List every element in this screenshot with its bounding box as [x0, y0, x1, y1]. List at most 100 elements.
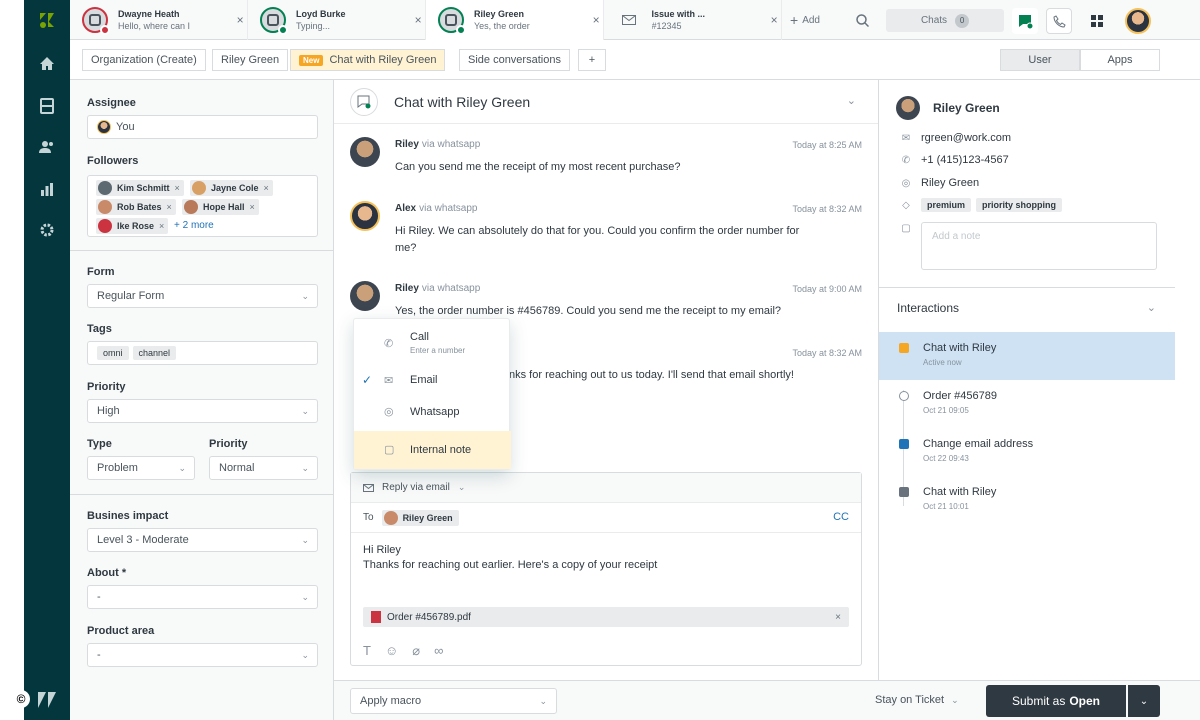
- interaction-item[interactable]: Chat with Riley Oct 21 10:01: [879, 476, 1175, 524]
- close-icon[interactable]: ×: [767, 13, 781, 27]
- tag-icon: ◇: [902, 199, 910, 211]
- phone-button[interactable]: [1046, 8, 1072, 34]
- chat-status-button[interactable]: [1012, 8, 1038, 34]
- product-area-select[interactable]: - ⌄: [87, 643, 318, 667]
- tab-loyd-burke[interactable]: Loyd Burke Typing... ×: [248, 0, 426, 40]
- add-side-conversation-button[interactable]: +: [578, 49, 606, 71]
- interaction-label: Chat with Riley: [923, 342, 997, 354]
- stay-on-ticket-select[interactable]: Stay on Ticket ⌄: [875, 694, 959, 706]
- follower-chip[interactable]: Jayne Cole ×: [190, 180, 273, 196]
- user-email[interactable]: rgreen@work.com: [921, 132, 1011, 144]
- customers-icon[interactable]: [35, 135, 59, 159]
- interaction-item[interactable]: Change email address Oct 22 09:43: [879, 428, 1175, 476]
- follower-chip[interactable]: Kim Schmitt ×: [96, 180, 184, 196]
- user-tag[interactable]: priority shopping: [976, 198, 1063, 212]
- menu-item-call[interactable]: ✆ Call Enter a number: [354, 325, 511, 361]
- status-dot: [278, 25, 288, 35]
- chats-button[interactable]: Chats 0: [886, 9, 1004, 32]
- close-icon[interactable]: ×: [167, 202, 172, 212]
- crumb-organization[interactable]: Organization (Create): [82, 49, 206, 71]
- form-select[interactable]: Regular Form ⌄: [87, 284, 318, 308]
- reply-channel-selector[interactable]: Reply via email ⌄: [351, 473, 861, 503]
- user-phone[interactable]: +1 (415)123-4567: [921, 154, 1009, 166]
- tab-user[interactable]: User: [1000, 49, 1080, 71]
- views-icon[interactable]: [35, 94, 59, 118]
- interaction-item[interactable]: Chat with Riley Active now: [879, 332, 1175, 380]
- home-icon[interactable]: [35, 52, 59, 76]
- crumb-side-conversations[interactable]: Side conversations: [459, 49, 570, 71]
- chevron-down-icon[interactable]: ⌄: [1147, 301, 1156, 314]
- zendesk-z-icon[interactable]: [35, 688, 59, 712]
- tab-preview: Typing...: [296, 21, 331, 31]
- body-line: Hi Riley: [363, 544, 401, 556]
- ticket-properties-panel: Assignee You Followers Kim Schmitt × Jayn…: [70, 80, 334, 720]
- tab-dwayne-heath[interactable]: Dwayne Heath Hello, where can I ×: [70, 0, 248, 40]
- tab-issue[interactable]: Issue with ... #12345 ×: [604, 0, 782, 40]
- phone-icon: [1052, 14, 1066, 28]
- follower-chip[interactable]: Rob Bates ×: [96, 199, 176, 215]
- submit-options-button[interactable]: ⌄: [1128, 685, 1160, 717]
- close-icon[interactable]: ×: [175, 183, 180, 193]
- tab-riley-green[interactable]: Riley Green Yes, the order ×: [426, 0, 604, 40]
- zendesk-logo-icon[interactable]: [35, 8, 59, 32]
- menu-item-internal-note[interactable]: ▢ Internal note: [354, 431, 511, 469]
- recipient-chip[interactable]: Riley Green: [381, 509, 459, 526]
- apps-grid-button[interactable]: [1084, 8, 1110, 34]
- reply-channel-label: Reply via email: [382, 482, 450, 493]
- impact-select[interactable]: Level 3 - Moderate ⌄: [87, 528, 318, 552]
- user-note-textarea[interactable]: Add a note: [921, 222, 1157, 270]
- interaction-sub: Oct 21 09:05: [923, 406, 969, 415]
- chevron-down-icon[interactable]: ⌄: [847, 94, 856, 107]
- crumb-user[interactable]: Riley Green: [212, 49, 289, 71]
- reply-body-textarea[interactable]: Hi Riley Thanks for reaching out earlier…: [363, 543, 657, 573]
- emoji-icon[interactable]: ☺: [385, 643, 398, 659]
- interaction-label: Change email address: [923, 438, 1034, 450]
- cc-button[interactable]: CC: [833, 511, 849, 523]
- crumb-chat[interactable]: New Chat with Riley Green: [290, 49, 446, 71]
- apply-macro-select[interactable]: Apply macro ⌄: [350, 688, 557, 714]
- close-icon[interactable]: ×: [250, 202, 255, 212]
- link-icon[interactable]: ∞: [434, 643, 443, 659]
- reporting-icon[interactable]: [35, 177, 59, 201]
- tab-apps[interactable]: Apps: [1080, 49, 1160, 71]
- followers-more-link[interactable]: + 2 more: [174, 220, 214, 231]
- follower-chip[interactable]: Hope Hall ×: [182, 199, 259, 215]
- close-icon[interactable]: ×: [233, 13, 247, 27]
- tag-chip[interactable]: channel: [132, 346, 177, 360]
- tags-field[interactable]: omni channel: [87, 341, 318, 365]
- menu-item-whatsapp[interactable]: ◎ Whatsapp: [354, 397, 511, 427]
- close-icon[interactable]: ×: [835, 612, 841, 623]
- tab-title: Loyd Burke: [296, 9, 346, 19]
- menu-item-email[interactable]: ✓ ✉ Email: [354, 365, 511, 395]
- priority2-value: Normal: [219, 462, 255, 474]
- search-button[interactable]: [856, 0, 869, 40]
- conversation-title: Chat with Riley Green: [394, 94, 531, 110]
- status-dot: [100, 25, 110, 35]
- followers-field[interactable]: Kim Schmitt × Jayne Cole × Rob Bates × Hope…: [87, 175, 318, 237]
- close-icon[interactable]: ×: [264, 183, 269, 193]
- interaction-item[interactable]: Order #456789 Oct 21 09:05: [879, 380, 1175, 428]
- close-icon[interactable]: ×: [411, 13, 425, 27]
- add-tab-button[interactable]: + Add: [790, 0, 820, 40]
- follower-chip[interactable]: Ike Rose ×: [96, 218, 169, 234]
- priority2-select[interactable]: Normal ⌄: [209, 456, 318, 480]
- attachment-icon[interactable]: ⌀: [412, 643, 420, 659]
- about-label: About *: [87, 567, 127, 579]
- submit-button[interactable]: Submit as Open: [986, 685, 1126, 717]
- user-tag[interactable]: premium: [921, 198, 972, 212]
- assignee-field[interactable]: You: [87, 115, 318, 139]
- current-user-avatar[interactable]: [1125, 8, 1151, 34]
- chat-icon: [899, 487, 909, 497]
- attachment[interactable]: Order #456789.pdf ×: [363, 607, 849, 627]
- tag-chip[interactable]: omni: [97, 346, 129, 360]
- text-format-icon[interactable]: T: [363, 643, 371, 659]
- close-icon[interactable]: ×: [159, 221, 164, 231]
- interaction-sub: Oct 21 10:01: [923, 502, 969, 511]
- user-whatsapp: Riley Green: [921, 177, 980, 189]
- close-icon[interactable]: ×: [589, 13, 603, 27]
- about-select[interactable]: - ⌄: [87, 585, 318, 609]
- priority-select[interactable]: High ⌄: [87, 399, 318, 423]
- follower-name: Rob Bates: [117, 202, 162, 212]
- settings-gear-icon[interactable]: [35, 218, 59, 242]
- type-select[interactable]: Problem ⌄: [87, 456, 195, 480]
